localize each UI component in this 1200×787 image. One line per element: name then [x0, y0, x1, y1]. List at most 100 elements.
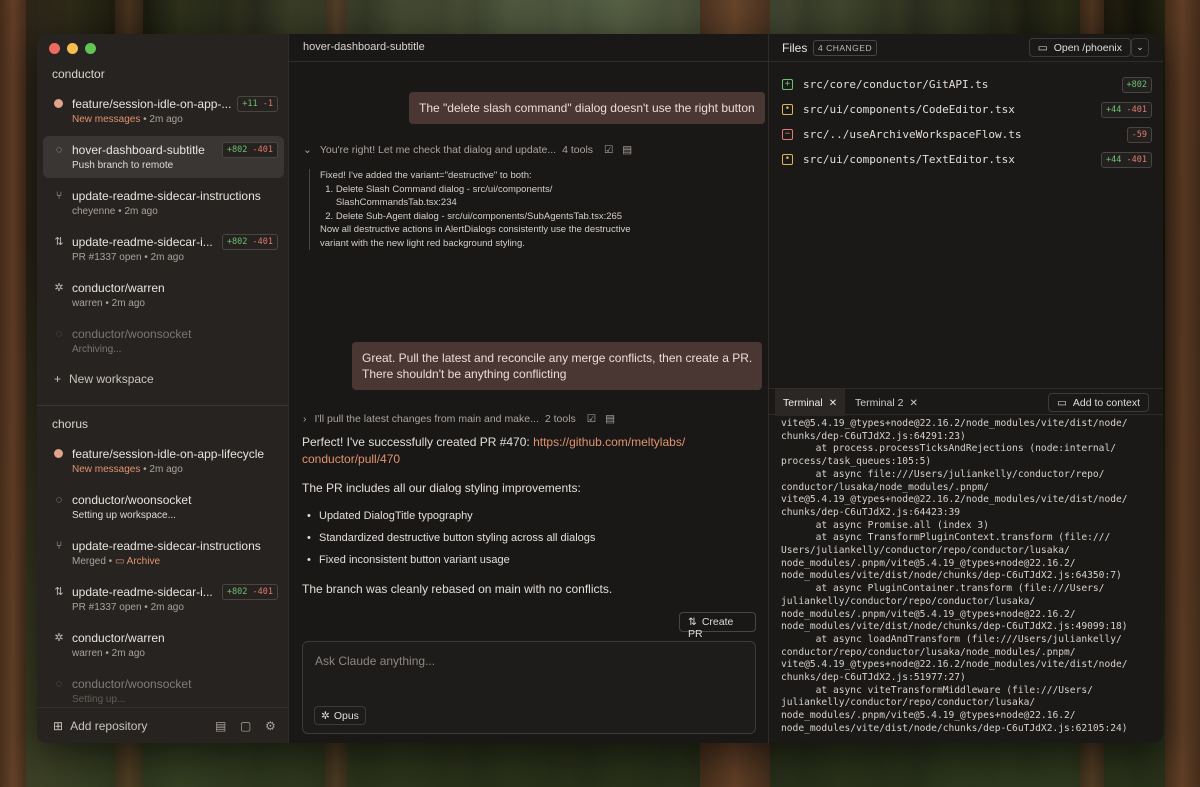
list-item: Updated DialogTitle typography [307, 510, 473, 522]
unread-dot-icon [53, 98, 65, 110]
workspace-item[interactable]: ◌ conductor/woonsocket Setting up worksp… [43, 486, 284, 528]
add-repository-label: Add repository [70, 719, 148, 733]
workspace-title: feature/session-idle-on-app-... [72, 97, 232, 111]
tab-terminal[interactable]: Terminal ✕ [775, 389, 846, 416]
workspace-item-active[interactable]: ◌ hover-dashboard-subtitle Push branch t… [43, 136, 284, 178]
open-folder-button[interactable]: ▭ Open /phoenix [1028, 38, 1131, 57]
merge-icon: ⑂ [55, 540, 63, 552]
message-input[interactable]: Ask Claude anything... [315, 654, 435, 668]
workspace-item[interactable]: ◌ conductor/woonsocket Archiving... [43, 320, 284, 362]
output-line: 1. Delete Slash Command dialog - src/ui/… [320, 183, 553, 195]
workspace-title: update-readme-sidecar-instructions [72, 539, 261, 553]
workspace-item[interactable]: ◌ conductor/woonsocket Setting up... [43, 670, 284, 712]
tab-label: Terminal 2 [855, 397, 904, 409]
document-icon: ▤ [622, 144, 633, 156]
pull-request-icon: ⇅ [688, 616, 697, 628]
workspace-title: hover-dashboard-subtitle [72, 143, 205, 157]
assistant-reply: The branch was cleanly rebased on main w… [302, 582, 613, 596]
workspace-title: conductor/warren [72, 281, 165, 295]
unread-dot-icon [53, 448, 65, 460]
model-selector[interactable]: ✲ Opus [314, 706, 366, 725]
workspace-item[interactable]: ⑂ update-readme-sidecar-instructions Mer… [43, 532, 284, 574]
message-composer[interactable]: Ask Claude anything... ✲ Opus [302, 641, 756, 734]
output-line: Now all destructive actions in AlertDial… [320, 224, 631, 235]
model-label: Opus [333, 710, 359, 722]
create-pr-button[interactable]: ⇅ Create PR [679, 612, 756, 640]
tool-count: 4 tools [562, 144, 594, 156]
add-to-context-button[interactable]: ▭ Add to context [1047, 393, 1149, 412]
reply-text: Perfect! I've successfully created PR #4… [302, 435, 534, 449]
context-icon: ▭ [1056, 397, 1067, 409]
chevron-down-icon: ⌄ [303, 144, 312, 156]
spinner-icon: ◌ [55, 144, 63, 156]
workspace-item[interactable]: feature/session-idle-on-app-lifecycle Ne… [43, 440, 284, 482]
file-row[interactable]: • src/ui/components/CodeEditor.tsx +44 -… [782, 101, 1152, 121]
tool-summary[interactable]: ⌄ You're right! Let me check that dialog … [303, 144, 632, 156]
workspace-item[interactable]: ✲ conductor/warren warren • 2m ago [43, 624, 284, 666]
chat-title: hover-dashboard-subtitle [289, 34, 768, 62]
archive-icon: ▭ [114, 556, 125, 567]
close-icon[interactable]: ✕ [909, 398, 917, 409]
add-repository-button[interactable]: ⊞ Add repository [53, 719, 147, 733]
file-deleted-icon: − [782, 129, 793, 140]
file-row[interactable]: − src/../useArchiveWorkspaceFlow.ts -59 [782, 126, 1152, 146]
output-line: variant with the new light red backgroun… [320, 237, 525, 249]
new-workspace-button[interactable]: + New workspace [54, 372, 154, 386]
pr-link[interactable]: https://github.com/meltylabs/ [533, 435, 685, 449]
file-row[interactable]: + src/core/conductor/GitAPI.ts +802 [782, 76, 1152, 96]
workspace-status: warren • 2m ago [72, 648, 145, 659]
file-path: src/ui/components/TextEditor.tsx [803, 153, 1015, 166]
file-path: src/ui/components/CodeEditor.tsx [803, 103, 1015, 116]
dashed-circle-icon: ◌ [55, 494, 63, 506]
assistant-output: Fixed! I've added the variant="destructi… [309, 169, 749, 250]
archive-link[interactable]: ▭ Archive [115, 556, 160, 567]
workspace-item[interactable]: ✲ conductor/warren warren • 2m ago [43, 274, 284, 316]
workspace-status: Setting up workspace... [72, 510, 176, 521]
workspace-title: conductor/woonsocket [72, 327, 192, 341]
repo-title-conductor: conductor [52, 67, 105, 81]
workspace-title: conductor/woonsocket [72, 677, 192, 691]
workspace-item[interactable]: ⇅ update-readme-sidecar-i... PR #1337 op… [43, 578, 284, 620]
output-line: SlashCommandsTab.tsx:234 [320, 197, 457, 208]
minimize-window-button[interactable] [67, 43, 78, 54]
tool-summary[interactable]: › I'll pull the latest changes from main … [303, 413, 615, 425]
file-row[interactable]: • src/ui/components/TextEditor.tsx +44 -… [782, 151, 1152, 171]
file-path: src/../useArchiveWorkspaceFlow.ts [803, 128, 1022, 141]
new-workspace-label: New workspace [69, 372, 154, 386]
folder-icon: ▭ [1037, 42, 1048, 54]
close-window-button[interactable] [49, 43, 60, 54]
dashed-circle-icon: ◌ [55, 678, 63, 690]
files-header: Files 4 CHANGED ▭ Open /phoenix ⌄ [769, 34, 1163, 62]
maximize-window-button[interactable] [85, 43, 96, 54]
tab-terminal-2[interactable]: Terminal 2 ✕ [847, 389, 926, 416]
sidebar-divider [37, 405, 288, 406]
gear-icon[interactable]: ⚙ [265, 719, 276, 733]
diff-stat-badge: +11 -1 [237, 96, 278, 112]
pr-link[interactable]: conductor/pull/470 [302, 452, 400, 466]
workspace-status: Merged • ▭ Archive [72, 556, 161, 567]
workspace-status: Archiving... [72, 344, 122, 355]
window-controls [49, 43, 96, 54]
close-icon[interactable]: ✕ [829, 398, 837, 409]
workspace-title: update-readme-sidecar-i... [72, 585, 213, 599]
terminal-output: vite@5.4.19_@types+node@22.16.2/node_mod… [781, 418, 1128, 734]
workspace-status: PR #1337 open • 2m ago [72, 602, 184, 613]
workspace-item[interactable]: ⇅ update-readme-sidecar-i... PR #1337 op… [43, 228, 284, 270]
workspace-item[interactable]: feature/session-idle-on-app-... New mess… [43, 90, 284, 132]
archive-icon[interactable]: ▤ [215, 719, 226, 733]
workspace-status: warren • 2m ago [72, 298, 145, 309]
message-line: There shouldn't be anything conflicting [362, 367, 567, 381]
checkbox-icon: ☑ [586, 413, 597, 425]
chat-icon[interactable]: ▢ [240, 719, 251, 733]
list-item: Fixed inconsistent button variant usage [307, 554, 510, 566]
files-title: Files [782, 41, 808, 55]
chevron-down-icon[interactable]: ⌄ [1131, 38, 1149, 57]
output-line: Fixed! I've added the variant="destructi… [320, 170, 532, 181]
workspace-item[interactable]: ⑂ update-readme-sidecar-instructions che… [43, 182, 284, 224]
chevron-right-icon: › [303, 413, 307, 425]
diff-stat-badge: +802 -401 [221, 584, 278, 600]
add-to-context-label: Add to context [1072, 397, 1140, 409]
folder-plus-icon: ⊞ [53, 719, 64, 733]
sparkle-icon: ✲ [321, 710, 330, 722]
list-item: Standardized destructive button styling … [307, 532, 595, 544]
